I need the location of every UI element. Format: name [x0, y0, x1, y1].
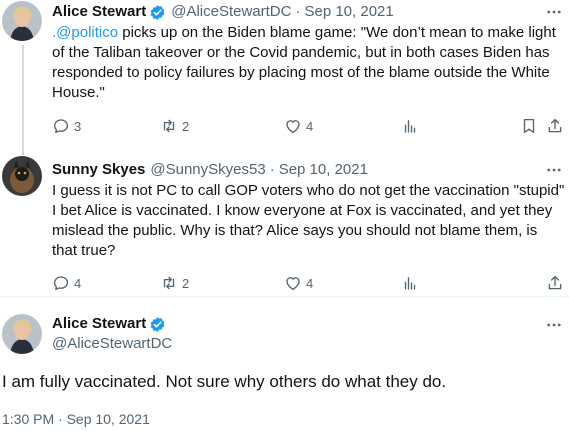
tweet-actions: 4 2 4 [52, 274, 564, 294]
tweet-text: .@politico picks up on the Biden blame g… [52, 23, 562, 103]
like-count: 4 [306, 118, 314, 134]
retweet-count: 2 [182, 118, 190, 134]
verified-badge-icon [149, 4, 166, 21]
bookmark-icon[interactable] [520, 117, 538, 135]
main-author-block: Alice Stewart @AliceStewartDC [52, 315, 172, 353]
avatar-alice-stewart[interactable] [2, 314, 42, 354]
tweet-date[interactable]: Sep 10, 2021 [304, 3, 393, 21]
retweet-button[interactable]: 2 [160, 117, 189, 135]
author-name[interactable]: Alice Stewart [52, 3, 146, 21]
author-name[interactable]: Alice Stewart [52, 315, 146, 333]
like-count: 4 [306, 275, 314, 291]
reply-count: 4 [74, 275, 82, 291]
share-icon[interactable] [546, 117, 564, 135]
author-name[interactable]: Sunny Skyes [52, 161, 145, 179]
author-handle[interactable]: @AliceStewartDC [52, 335, 172, 353]
tweet-header: Alice Stewart @AliceStewartDC · Sep 10, … [52, 3, 394, 21]
thread-line [22, 45, 24, 155]
analytics-icon[interactable] [401, 117, 419, 135]
analytics-icon[interactable] [401, 274, 419, 292]
main-tweet-text: I am fully vaccinated. Not sure why othe… [2, 372, 447, 391]
avatar-alice-stewart[interactable] [2, 1, 42, 41]
avatar-sunny-skyes[interactable] [2, 156, 42, 196]
reply-count: 3 [74, 118, 82, 134]
more-icon[interactable] [545, 316, 563, 334]
author-handle[interactable]: @SunnySkyes53 [150, 161, 265, 179]
verified-badge-icon [149, 316, 166, 333]
separator-dot: · [295, 3, 301, 20]
tweet-sunny-skyes[interactable]: Sunny Skyes @SunnySkyes53 · Sep 10, 2021… [0, 145, 569, 295]
mention-link[interactable]: .@politico [52, 24, 118, 41]
tweet-text-content: picks up on the Biden blame game: "We do… [52, 24, 556, 101]
retweet-count: 2 [182, 275, 190, 291]
more-icon[interactable] [545, 161, 563, 179]
reply-button[interactable]: 4 [52, 274, 81, 292]
retweet-button[interactable]: 2 [160, 274, 189, 292]
like-button[interactable]: 4 [284, 274, 313, 292]
tweet-alice-stewart-1[interactable]: Alice Stewart @AliceStewartDC · Sep 10, … [0, 0, 569, 155]
tweet-actions: 3 2 4 [52, 117, 564, 137]
like-button[interactable]: 4 [284, 117, 313, 135]
tweet-text: I guess it is not PC to call GOP voters … [52, 182, 565, 259]
reply-button[interactable]: 3 [52, 117, 81, 135]
main-tweet-timestamp[interactable]: 1:30 PM · Sep 10, 2021 [2, 410, 150, 428]
tweet-header: Sunny Skyes @SunnySkyes53 · Sep 10, 2021 [52, 161, 368, 179]
share-icon[interactable] [546, 274, 564, 292]
author-handle[interactable]: @AliceStewartDC [171, 3, 291, 21]
separator-dot: · [269, 161, 275, 178]
more-icon[interactable] [545, 3, 563, 21]
tweet-date[interactable]: Sep 10, 2021 [279, 161, 368, 179]
